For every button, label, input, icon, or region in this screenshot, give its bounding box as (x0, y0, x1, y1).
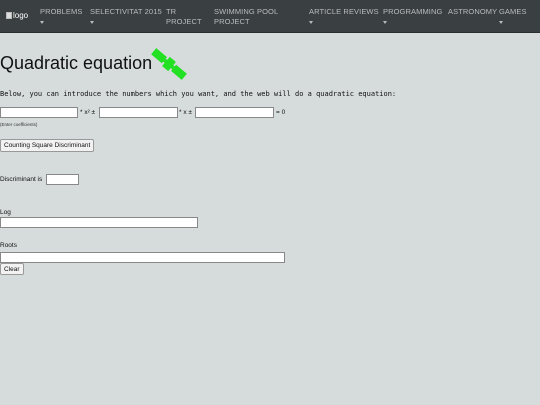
nav-label: GAMES (499, 7, 527, 16)
coef-b-label: * x ± (179, 109, 192, 116)
discriminant-output[interactable] (46, 174, 79, 185)
page-title: Quadratic equation (0, 53, 153, 73)
caret-down-icon (90, 20, 94, 24)
nav-label: PROJECT (214, 17, 250, 26)
nav-label: ARTICLE REVIEWS (309, 7, 379, 16)
nav-label: TR (166, 7, 177, 16)
logo[interactable]: logo (6, 11, 28, 20)
log-label: Log (0, 209, 11, 216)
nav-label: SELECTIVITAT 2015 (90, 7, 162, 16)
clear-button[interactable]: Clear (0, 263, 24, 275)
nav-item-problems[interactable]: PROBLEMS (40, 7, 82, 27)
coef-a-label: * x² ± (80, 109, 96, 116)
nav-item-astronomy[interactable]: ASTRONOMY (448, 7, 497, 17)
nav-label: PROBLEMS (40, 7, 83, 16)
nav-item-article-reviews[interactable]: ARTICLE REVIEWS (309, 7, 379, 27)
nav-label: PROJECT (166, 17, 202, 26)
coef-c-label: = 0 (276, 109, 286, 116)
nav-item-selectivitat-2015[interactable]: SELECTIVITAT 2015 (90, 7, 162, 27)
logo-alt-text: logo (13, 11, 29, 20)
nav-item-games[interactable]: GAMES (499, 7, 527, 27)
broken-image-icon (6, 12, 12, 19)
coef-c-input[interactable] (195, 107, 274, 118)
caret-down-icon (383, 20, 387, 24)
coef-b-input[interactable] (99, 107, 178, 118)
log-output[interactable] (0, 217, 198, 228)
roots-label: Roots (0, 242, 17, 249)
count-discriminant-button[interactable]: Counting Square Discriminant (0, 139, 95, 152)
nav-label: SWIMMING POOL (214, 7, 279, 16)
caret-down-icon (40, 20, 44, 24)
top-nav: logo PROBLEMS SELECTIVITAT 2015 TR PROJE… (0, 0, 540, 33)
nav-label: ASTRONOMY (448, 7, 498, 16)
nav-item-programming[interactable]: PROGRAMMING (383, 7, 442, 27)
coef-a-input[interactable] (0, 107, 78, 118)
roots-output[interactable] (0, 252, 285, 263)
satellite-icon (151, 48, 187, 80)
nav-item-tr-project[interactable]: TR PROJECT (166, 7, 202, 27)
caret-down-icon (309, 20, 313, 24)
nav-item-swimming-pool-project[interactable]: SWIMMING POOL PROJECT (214, 7, 278, 27)
caret-down-icon (499, 20, 503, 24)
nav-label: PROGRAMMING (383, 7, 443, 16)
discriminant-label: Discriminant is (0, 176, 43, 183)
intro-text: Below, you can introduce the numbers whi… (0, 90, 397, 98)
coef-hint: (Enter coefficients) (0, 122, 38, 127)
